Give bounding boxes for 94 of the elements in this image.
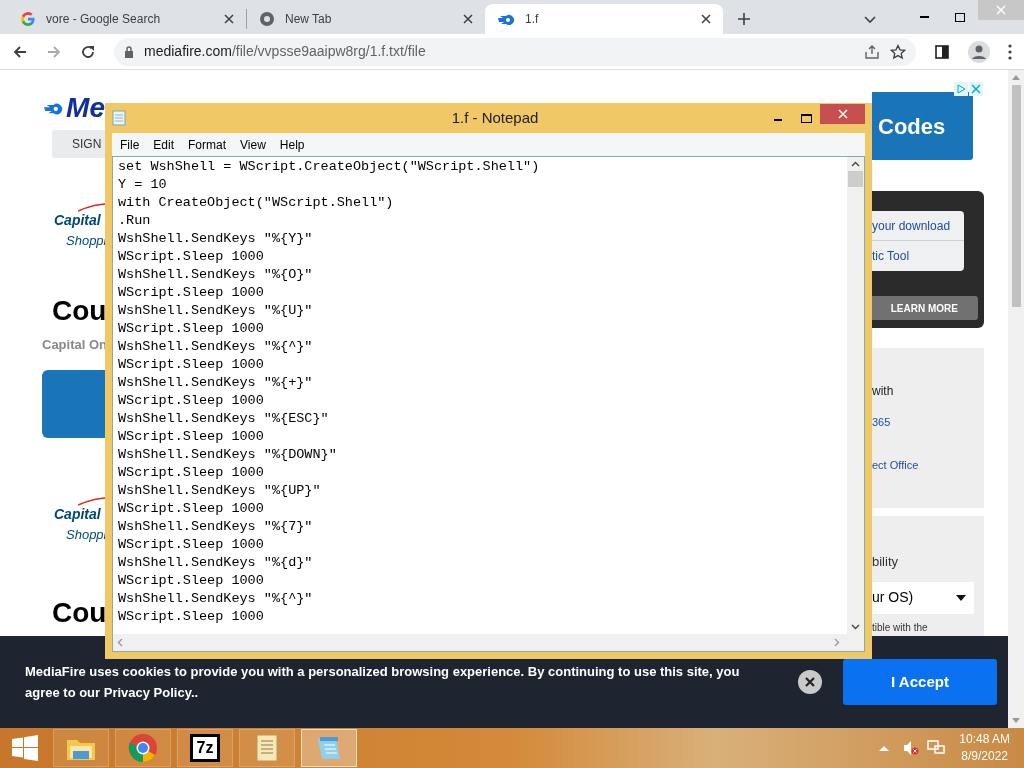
volume-muted-icon[interactable] <box>903 740 920 756</box>
side-panel-icon[interactable] <box>934 43 950 60</box>
coupon-heading: Cou <box>52 598 105 627</box>
scroll-down-icon[interactable] <box>851 624 860 630</box>
code-line: WshShell.SendKeys "%{Y}" <box>118 230 313 248</box>
chrome-icon <box>259 11 275 27</box>
brand-text: Capital <box>54 211 102 230</box>
code-line: WScript.Sleep 1000 <box>118 464 264 482</box>
code-line: WshShell.SendKeys "%{+}" <box>118 374 313 392</box>
taskbar-app[interactable]: 7z <box>177 729 233 767</box>
close-icon[interactable] <box>798 670 822 694</box>
scrollbar-thumb[interactable] <box>848 171 863 187</box>
star-icon[interactable] <box>890 43 906 60</box>
code-line: WScript.Sleep 1000 <box>118 608 264 626</box>
close-icon[interactable] <box>463 14 473 24</box>
menu-item[interactable]: File <box>113 135 147 154</box>
taskbar-app[interactable] <box>53 729 109 767</box>
os-select[interactable]: ur OS) <box>872 581 974 614</box>
close-ad-icon[interactable] <box>969 82 983 96</box>
start-icon[interactable] <box>12 735 38 761</box>
close-icon[interactable] <box>701 14 711 24</box>
tab-title: 1.f <box>525 11 540 28</box>
accept-button[interactable]: I Accept <box>843 659 997 705</box>
office-link[interactable]: ect Office <box>872 456 984 473</box>
address-bar[interactable]: mediafire.com/file/vvpsse9aaipw8rg/1.f.txt/file <box>114 37 916 66</box>
url-text: mediafire.com/file/vvpsse9aaipw8rg/1.f.txt/file <box>144 42 427 61</box>
panel-text: bility <box>872 553 899 571</box>
code-line: WshShell.SendKeys "%{d}" <box>118 554 313 572</box>
menu-item[interactable]: Format <box>181 135 234 154</box>
office-link[interactable]: 365 <box>872 414 984 431</box>
code-line: WshShell.SendKeys "%{U}" <box>118 302 313 320</box>
code-line: WshShell.SendKeys "%{^}" <box>118 338 313 356</box>
code-line: Y = 10 <box>118 176 167 194</box>
menu-icon[interactable] <box>1008 43 1012 60</box>
caret-icon <box>956 594 966 601</box>
scroll-up-icon[interactable] <box>851 161 860 167</box>
code-line: WScript.Sleep 1000 <box>118 572 264 590</box>
cookie-message: MediaFire uses cookies to provide you with a personalized browsing experience. By continuing to use this site, you agree to our Privacy Policy.. <box>25 663 741 702</box>
code-line: WScript.Sleep 1000 <box>118 392 264 410</box>
tray-up-icon[interactable] <box>879 745 890 751</box>
code-line: WScript.Sleep 1000 <box>118 248 264 266</box>
code-line: WshShell.SendKeys "%{DOWN}" <box>118 446 337 464</box>
code-line: WScript.Sleep 1000 <box>118 320 264 338</box>
scroll-right-icon[interactable] <box>834 638 840 647</box>
code-line: WshShell.SendKeys "%{UP}" <box>118 482 321 500</box>
code-line: WScript.Sleep 1000 <box>118 536 264 554</box>
new-tab-icon[interactable] <box>737 12 751 26</box>
note-text: tible with the <box>872 620 929 635</box>
taskbar-app[interactable] <box>301 729 357 767</box>
scroll-left-icon[interactable] <box>117 638 123 647</box>
share-icon[interactable] <box>864 43 880 60</box>
learn-more-button[interactable]: LEARN MORE <box>872 296 978 320</box>
code-line: .Run <box>118 212 151 230</box>
reload-icon[interactable] <box>80 43 96 60</box>
browser-tab[interactable]: vore - Google Search <box>8 4 246 34</box>
code-line: WScript.Sleep 1000 <box>118 428 264 446</box>
code-line: set WshShell = WScript.CreateObject("WScript.Shell") <box>118 158 540 176</box>
notepad-icon <box>112 110 126 126</box>
chrome-icon <box>128 733 158 763</box>
flame-icon <box>497 13 515 25</box>
chevron-down-icon[interactable] <box>864 16 876 24</box>
network-icon[interactable] <box>927 740 946 756</box>
code-line: WScript.Sleep 1000 <box>118 284 264 302</box>
scroll-icon <box>254 733 280 763</box>
code-line: WScript.Sleep 1000 <box>118 500 264 518</box>
ad-text: Codes <box>878 112 946 141</box>
code-line: WshShell.SendKeys "%{O}" <box>118 266 313 284</box>
scrollbar-thumb[interactable] <box>1011 85 1021 307</box>
code-line: WshShell.SendKeys "%{ESC}" <box>118 410 329 428</box>
taskbar-app[interactable] <box>115 729 171 767</box>
google-icon <box>20 11 36 27</box>
menu-item[interactable]: View <box>233 135 273 154</box>
coupon-heading: Cou <box>52 296 105 325</box>
code-line: WshShell.SendKeys "%{7}" <box>118 518 313 536</box>
app-label: 7z <box>190 734 220 762</box>
window-title: 1.f - Notepad <box>451 107 539 128</box>
panel-text: with <box>872 383 895 400</box>
menu-item[interactable]: Help <box>272 135 312 154</box>
logo-text: Me <box>66 94 105 122</box>
code-line: with CreateObject("WScript.Shell") <box>118 194 394 212</box>
browser-tab[interactable]: 1.f <box>485 4 723 34</box>
code-line: WshShell.SendKeys "%{^}" <box>118 590 313 608</box>
sign-button[interactable]: SIGN <box>52 130 105 158</box>
tab-title: New Tab <box>285 11 333 28</box>
tab-title: vore - Google Search <box>46 11 162 28</box>
brand-text: Capital <box>54 505 102 524</box>
close-icon[interactable] <box>224 14 234 24</box>
profile-icon[interactable] <box>968 40 990 63</box>
menu-item[interactable]: Edit <box>146 135 182 154</box>
download-link[interactable]: tic Tool <box>872 241 964 271</box>
back-icon[interactable] <box>12 43 28 60</box>
browser-tab[interactable]: New Tab <box>247 4 485 34</box>
code-line: WScript.Sleep 1000 <box>118 356 264 374</box>
lock-icon <box>124 45 134 58</box>
